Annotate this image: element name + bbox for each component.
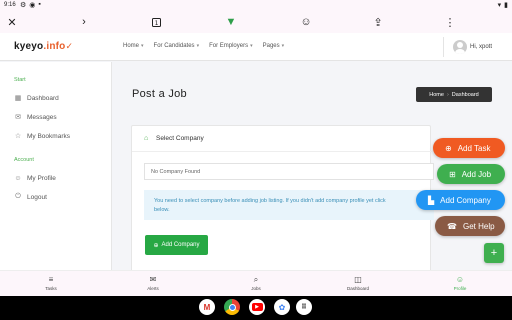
- add-company-button[interactable]: ⊕ Add Company: [145, 235, 208, 255]
- status-time: 9:16: [4, 2, 16, 8]
- photos-icon[interactable]: ✿: [274, 299, 290, 315]
- building-icon: ▙: [428, 195, 435, 205]
- chevron-down-icon: ▾: [250, 43, 253, 49]
- chevron-down-icon: ▾: [281, 43, 285, 49]
- sidebar-item-dashboard[interactable]: ▦ Dashboard: [14, 94, 59, 103]
- chevron-down-icon: ▾: [141, 43, 144, 49]
- page-title: Post a Job: [132, 88, 187, 100]
- dashboard-icon: ◫: [354, 275, 362, 284]
- location-icon: ◉: [29, 2, 36, 9]
- browser-toolbar: ✕ › 1 ▼ ☺ ⇪ ⋮: [0, 11, 512, 33]
- app-drawer-icon[interactable]: ⠿: [296, 299, 312, 315]
- sidebar-section-start: Start: [14, 77, 26, 83]
- plus-square-icon: ⊞: [449, 169, 456, 179]
- chrome-icon[interactable]: [224, 299, 240, 315]
- building-icon: ⌂: [144, 135, 149, 142]
- bottom-nav-dashboard[interactable]: ◫ Dashboard: [333, 275, 383, 291]
- sidebar-item-bookmarks[interactable]: ☆ My Bookmarks: [14, 132, 70, 141]
- sidebar-item-logout[interactable]: ⏻ Logout: [14, 193, 47, 201]
- plus-circle-icon: ⊕: [445, 143, 452, 153]
- star-icon: ☆: [14, 133, 22, 140]
- tab-switcher-icon[interactable]: 1: [148, 14, 164, 30]
- nav-pages[interactable]: Pages ▾: [263, 43, 285, 49]
- app-frame: 9:16 ⚙ ◉ ▪ ▾ ▮ ✕ › 1 ▼ ☺ ⇪ ⋮ kyeyo.info✓…: [0, 0, 512, 296]
- site-logo[interactable]: kyeyo.info✓: [14, 41, 73, 52]
- messages-icon: ✉: [15, 114, 21, 121]
- user-menu[interactable]: Hi, xpott: [453, 40, 492, 54]
- card-header: ⌂ Select Company: [132, 126, 432, 152]
- header-divider: [443, 37, 444, 57]
- svg-text:1: 1: [154, 20, 158, 27]
- user-greeting: Hi, xpott: [470, 44, 493, 50]
- breadcrumb: Home › Dashboard: [416, 87, 492, 102]
- info-notice: You need to select company before adding…: [144, 190, 434, 220]
- plus-circle-icon: ⊕: [153, 242, 159, 249]
- nav-for-candidates[interactable]: For Candidates ▾: [154, 43, 200, 49]
- gmail-icon[interactable]: M: [199, 299, 215, 315]
- nav-for-employers[interactable]: For Employers ▾: [209, 43, 253, 49]
- wifi-icon: ▾: [497, 2, 502, 9]
- add-task-fab[interactable]: ⊕ Add Task: [433, 138, 505, 158]
- close-icon[interactable]: ✕: [4, 14, 20, 30]
- chevron-right-icon[interactable]: ›: [76, 14, 92, 30]
- chevron-right-icon: ›: [446, 91, 449, 98]
- site-header: kyeyo.info✓ Home ▾ For Candidates ▾ For Em…: [0, 33, 512, 61]
- plus-fab[interactable]: +: [484, 243, 504, 263]
- dashboard-icon: ▦: [14, 95, 22, 102]
- add-company-fab[interactable]: ▙ Add Company: [416, 190, 505, 210]
- select-company-card: ⌂ Select Company No Company Found You ne…: [131, 125, 434, 270]
- main-nav: Home ▾ For Candidates ▾ For Employers ▾ Pag…: [123, 43, 284, 49]
- user-icon: ☺: [455, 275, 465, 284]
- notification-icon: ▪: [38, 1, 41, 8]
- dashboard-sidebar: Start ▦ Dashboard ✉ Messages ☆ My Bookmarks…: [0, 62, 112, 270]
- get-help-fab[interactable]: ☎ Get Help: [435, 216, 505, 236]
- card-title: Select Company: [156, 135, 204, 142]
- breadcrumb-dashboard: Dashboard: [451, 91, 479, 98]
- incognito-icon[interactable]: ☺: [298, 14, 314, 30]
- share-icon[interactable]: ⇪: [370, 14, 386, 30]
- support-icon: ☎: [447, 221, 457, 231]
- breadcrumb-home[interactable]: Home: [429, 92, 444, 98]
- bottom-navigation: ≡ Tasks ✉ Alerts ⌕ Jobs ◫ Dashboard ☺ Profile: [0, 270, 512, 296]
- mail-icon: ✉: [149, 275, 157, 284]
- download-icon[interactable]: ▼: [223, 14, 239, 30]
- android-status-bar: 9:16 ⚙ ◉ ▪ ▾ ▮: [0, 0, 512, 11]
- power-icon: ⏻: [15, 193, 21, 200]
- android-dock: M ▶ ✿ ⠿: [0, 296, 512, 320]
- search-icon: ⌕: [253, 275, 259, 284]
- sidebar-section-account: Account: [14, 157, 34, 163]
- avatar: [453, 40, 467, 54]
- settings-icon: ⚙: [20, 2, 27, 9]
- chevron-down-icon: ▾: [196, 43, 200, 49]
- bottom-nav-profile[interactable]: ☺ Profile: [435, 275, 485, 291]
- bottom-nav-jobs[interactable]: ⌕ Jobs: [231, 275, 281, 291]
- tasks-icon: ≡: [48, 275, 54, 284]
- youtube-icon[interactable]: ▶: [249, 299, 265, 315]
- sidebar-item-my-profile[interactable]: ☺ My Profile: [14, 174, 55, 182]
- battery-icon: ▮: [504, 2, 508, 9]
- company-select[interactable]: No Company Found: [144, 163, 434, 180]
- user-icon: ☺: [14, 174, 22, 182]
- checkmark-icon: ✓: [65, 41, 74, 51]
- sidebar-item-messages[interactable]: ✉ Messages: [14, 113, 57, 122]
- bottom-nav-alerts[interactable]: ✉ Alerts: [128, 275, 178, 291]
- bottom-nav-tasks[interactable]: ≡ Tasks: [26, 275, 76, 291]
- more-vertical-icon[interactable]: ⋮: [442, 14, 458, 30]
- add-job-fab[interactable]: ⊞ Add Job: [437, 164, 505, 184]
- nav-home[interactable]: Home ▾: [123, 43, 144, 49]
